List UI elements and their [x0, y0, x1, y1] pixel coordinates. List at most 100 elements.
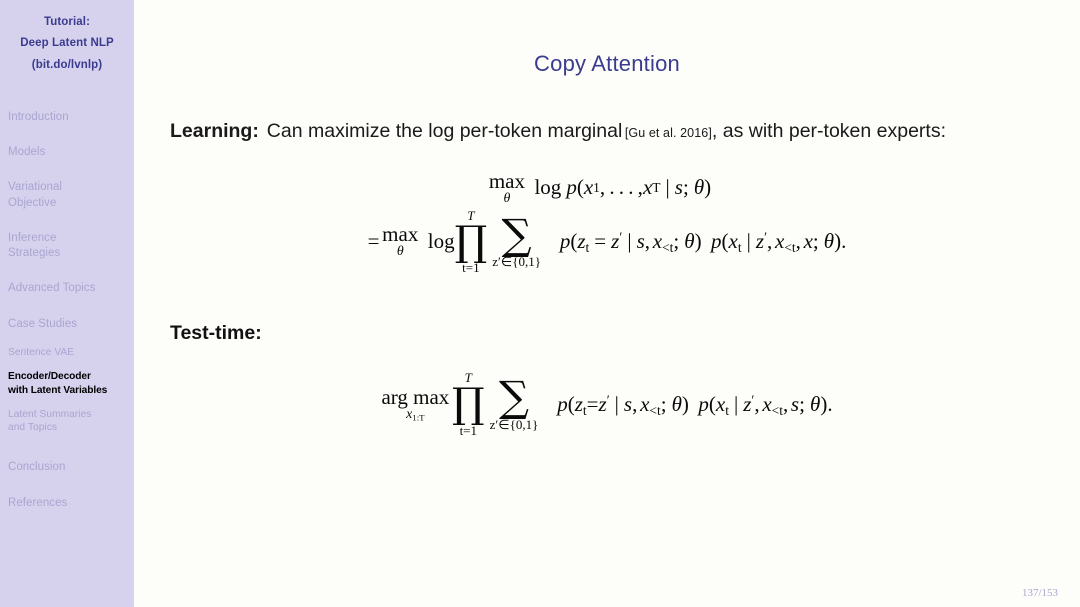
learning-text-first: Can maximize the log per-token marginal — [266, 120, 623, 142]
source-var: s — [674, 175, 683, 200]
citation-gu-2016: [Gu et al. 2016] — [624, 126, 712, 140]
x-last-var: x — [803, 228, 813, 253]
page-number: 137/153 — [1021, 587, 1058, 599]
sidebar-item-advanced-topics[interactable]: Advanced Topics — [8, 281, 126, 296]
conditional-bar: | — [665, 175, 670, 200]
sidebar-item-label: References — [8, 496, 68, 509]
product-symbol: ∏ — [452, 379, 485, 428]
argmax-subscript: x1:T — [406, 407, 425, 423]
conditional-bar: | — [733, 391, 739, 416]
sidebar-item-label-cont: with Latent Variables — [8, 384, 108, 396]
paren-close: ) — [704, 175, 712, 200]
conditional-bar: | — [614, 391, 619, 416]
summation-operator: ∑ z′∈{0,1} — [492, 209, 541, 268]
comma: , — [644, 228, 651, 253]
argmax-label: arg max — [381, 385, 450, 410]
max-subscript: θ — [396, 243, 404, 259]
sidebar-title-line-3: (bit.do/lvnlp) — [31, 58, 103, 71]
prime-mark: ′ — [619, 229, 623, 245]
sidebar-item-label: Models — [8, 146, 46, 159]
max-subscript: θ — [503, 189, 511, 205]
sidebar-title: Tutorial: Deep Latent NLP (bit.do/lvnlp) — [8, 12, 126, 76]
sidebar-item-introduction[interactable]: Introduction — [8, 110, 126, 125]
comma: , — [632, 391, 638, 416]
semicolon: ; — [673, 228, 680, 253]
sidebar-title-line-2: Deep Latent NLP — [20, 37, 114, 50]
learning-label: Learning: — [170, 120, 259, 142]
sidebar-item-case-studies[interactable]: Case Studies — [8, 317, 126, 332]
z-var: z — [574, 391, 583, 416]
sidebar-item-variational-objective[interactable]: Variational Objective — [8, 180, 126, 211]
xt-var: x — [715, 391, 726, 416]
max-label: max — [382, 222, 419, 247]
z-subscript: t — [585, 239, 590, 255]
sidebar: Tutorial: Deep Latent NLP (bit.do/lvnlp)… — [0, 0, 134, 607]
sidebar-item-sentence-vae[interactable]: Sentence VAE — [8, 346, 126, 359]
x-subscript: <t — [662, 239, 674, 255]
zprime-var: z — [755, 228, 765, 253]
source-var: s — [623, 391, 633, 416]
page-title: Copy Attention — [534, 51, 680, 76]
sidebar-item-conclusion[interactable]: Conclusion — [8, 460, 126, 475]
sidebar-item-label: Variational — [8, 181, 63, 194]
sidebar-item-label: Sentence VAE — [8, 347, 75, 359]
argmax-sub-range: 1:T — [412, 412, 425, 423]
sidebar-item-models[interactable]: Models — [8, 145, 126, 160]
sidebar-item-label-cont: Objective — [8, 196, 57, 209]
slide-content: Copy Attention Learning: Can maximize th… — [134, 0, 1080, 607]
conditional-bar: | — [746, 228, 751, 253]
product-operator: T ∏ t=1 — [452, 371, 485, 437]
summation-symbol: ∑ — [499, 372, 529, 422]
sidebar-item-inference-strategies[interactable]: Inference Strategies — [8, 231, 126, 262]
equation-learning-term-2: p(xt | z′, x<t, x; θ). — [711, 228, 847, 255]
sidebar-item-latent-summaries-and-topics[interactable]: Latent Summaries and Topics — [8, 408, 126, 435]
equals-sign: = — [594, 228, 607, 253]
x-subscript: <t — [649, 402, 661, 418]
theta-param: θ — [809, 391, 821, 416]
prob-function: p — [557, 391, 568, 416]
period: . — [841, 228, 847, 253]
equation-test-time-line: arg max x1:T T ∏ t=1 ∑ z′∈{0,1} p(zt=z′ |… — [381, 371, 832, 437]
sidebar-item-label: Advanced Topics — [8, 282, 96, 295]
x-var: x — [762, 391, 772, 416]
paren-open: ( — [576, 175, 584, 200]
xt-subscript: t — [737, 239, 742, 255]
semicolon: ; — [682, 175, 689, 200]
prob-function: p — [559, 228, 571, 253]
semicolon: ; — [812, 228, 819, 253]
equation-test-time: arg max x1:T T ∏ t=1 ∑ z′∈{0,1} p(zt=z′ |… — [134, 371, 1080, 437]
equation-learning-line-1: max θ log p(x 1, . . . , x T | s; θ) — [488, 168, 712, 205]
max-operator: max θ — [488, 168, 525, 205]
equation-learning-term-1: p(zt = z′ | s, x<t; θ) — [559, 228, 702, 255]
sidebar-item-label: Latent Summaries — [8, 408, 92, 420]
x-subscript: <t — [784, 239, 796, 255]
product-symbol: ∏ — [454, 216, 488, 265]
sidebar-item-encoder-decoder-with-latent-variables[interactable]: Encoder/Decoder with Latent Variables — [8, 370, 126, 397]
product-lower-limit: t=1 — [459, 422, 478, 438]
learning-paragraph: Learning: Can maximize the log per-token… — [170, 114, 1040, 149]
summation-lower-limit: z′∈{0,1} — [489, 416, 539, 432]
x-var: x — [774, 228, 785, 253]
theta-param: θ — [823, 228, 835, 253]
x-subscript: <t — [771, 402, 783, 418]
sidebar-item-references[interactable]: References — [8, 496, 126, 511]
argmax-operator: arg max x1:T — [381, 385, 450, 423]
equation-learning-line-2: = max θ log T ∏ t=1 ∑ z′∈{0,1} p(zt = z′ | s… — [368, 209, 847, 275]
product-operator: T ∏ t=1 — [455, 209, 488, 275]
summation-symbol: ∑ — [501, 209, 532, 259]
log-operator: log — [427, 228, 455, 253]
theta-param: θ — [671, 391, 682, 416]
sidebar-item-label: Encoder/Decoder — [8, 371, 91, 383]
ellipsis: , . . . , — [599, 175, 643, 200]
equation-test-time-term-1: p(zt=z′ | s, x<t; θ) — [557, 391, 689, 418]
xT-var: x — [642, 175, 653, 200]
zprime-var: z — [598, 391, 607, 416]
sidebar-item-label-cont: and Topics — [8, 422, 58, 434]
max-label: max — [488, 168, 525, 193]
x-var: x — [640, 391, 650, 416]
sidebar-item-label: Introduction — [8, 110, 69, 123]
sidebar-item-label: Conclusion — [8, 461, 66, 474]
comma: , — [782, 391, 789, 416]
learning-text-second: , as with per-token experts: — [711, 120, 947, 142]
log-operator: log — [534, 175, 562, 200]
